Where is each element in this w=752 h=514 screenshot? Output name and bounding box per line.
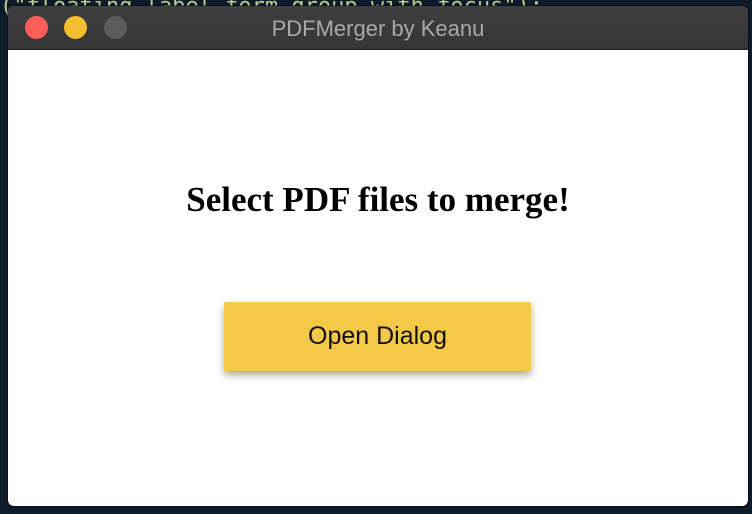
app-window: PDFMerger by Keanu Select PDF files to m… (8, 6, 748, 506)
main-content: Select PDF files to merge! Open Dialog (8, 50, 748, 506)
open-dialog-button[interactable]: Open Dialog (224, 302, 531, 371)
title-bar[interactable]: PDFMerger by Keanu (8, 6, 748, 50)
page-heading: Select PDF files to merge! (186, 180, 570, 219)
window-title: PDFMerger by Keanu (271, 16, 485, 41)
